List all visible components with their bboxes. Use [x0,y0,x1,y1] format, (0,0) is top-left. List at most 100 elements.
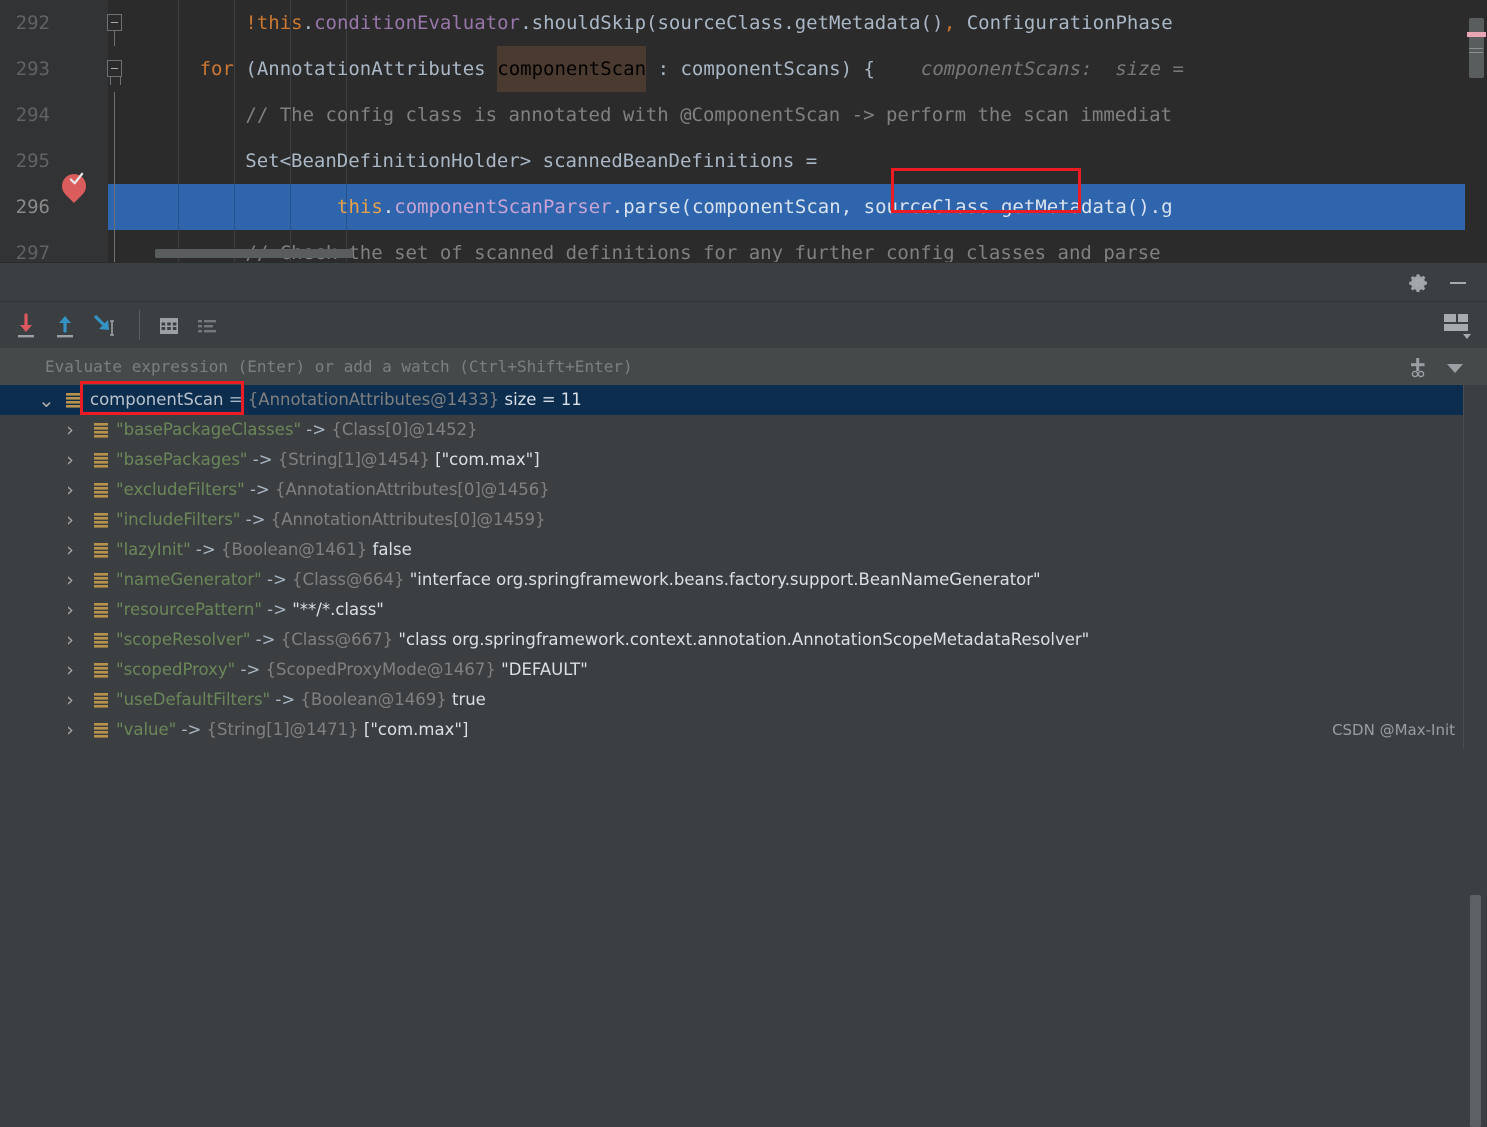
variable-row[interactable]: › "resourcePattern" -> "**/*.class" [0,595,1487,625]
arrow-separator: -> [248,450,278,469]
code-token: ( [681,184,692,230]
variable-text: "basePackageClasses" -> {Class[0]@1452} [116,415,478,445]
chevron-right-icon[interactable]: › [62,505,78,535]
variable-type: {ScopedProxyMode@1467} [266,660,502,679]
arrow-separator: -> [240,510,270,529]
line-number: 295 [0,138,108,184]
variable-type: {Class[0]@1452} [331,420,477,439]
variable-type: {AnnotationAttributes[0]@1456} [275,480,550,499]
code-token: componentScan [692,184,841,230]
variable-value: "**/*.class" [292,600,384,619]
export-button[interactable] [49,310,81,342]
code-token: this [337,184,383,230]
chevron-right-icon[interactable]: › [62,565,78,595]
chevron-down-icon [1446,361,1464,375]
code-line-body[interactable]: for (AnnotationAttributes componentScan … [108,46,1487,92]
variable-key: "nameGenerator" [116,570,262,589]
variable-row[interactable]: › "useDefaultFilters" -> {Boolean@1469} t… [0,685,1487,715]
code-token: componentScans: size = [875,46,1184,92]
chevron-right-icon[interactable]: › [62,535,78,565]
evaluate-expression-bar[interactable]: Evaluate expression (Enter) or add a wat… [0,348,1487,385]
chevron-down-icon[interactable]: ⌄ [38,385,54,415]
fold-marker-292[interactable] [107,14,122,31]
editor-error-stripe[interactable] [1465,0,1487,262]
evaluate-history-button[interactable] [1446,360,1464,374]
code-editor[interactable]: 292 !this.conditionEvaluator.shouldSkip(… [0,0,1487,262]
variable-row[interactable]: ›"lazyInit" -> {Boolean@1461} false [0,535,1487,565]
arrow-separator: -> [235,660,265,679]
variable-text: "includeFilters" -> {AnnotationAttribute… [116,505,546,535]
minimize-icon[interactable] [1447,272,1469,294]
variable-row[interactable]: ›"basePackages" -> {String[1]@1454} ["co… [0,445,1487,475]
code-token: , sourceClass.getMetadata().g [841,184,1173,230]
variable-key: "useDefaultFilters" [116,690,270,709]
variables-scrollbar-thumb[interactable] [1470,895,1481,1127]
code-token: . [383,184,394,230]
variable-text: "resourcePattern" -> "**/*.class" [116,595,384,625]
variable-value: "DEFAULT" [501,660,588,679]
code-lines[interactable]: 292 !this.conditionEvaluator.shouldSkip(… [0,0,1487,262]
variable-name: componentScan [90,390,223,409]
code-line[interactable]: 294 // The config class is annotated wit… [0,92,1487,138]
variable-row[interactable]: ›"scopedProxy" -> {ScopedProxyMode@1467}… [0,655,1487,685]
chevron-right-icon[interactable]: › [62,445,78,475]
chevron-right-icon[interactable]: › [62,625,78,655]
evaluate-expression-input[interactable]: Evaluate expression (Enter) or add a wat… [45,348,633,385]
code-token: , [944,0,955,46]
code-token: componentScan [497,46,646,92]
variable-value: "class org.springframework.context.annot… [398,630,1089,649]
error-stripe-mark[interactable] [1467,32,1486,37]
code-token: conditionEvaluator [314,0,520,46]
chevron-right-icon[interactable]: › [62,475,78,505]
chevron-right-icon[interactable]: › [62,655,78,685]
editor-horizontal-scrollbar[interactable] [155,249,353,258]
variable-row[interactable]: ›"scopeResolver" -> {Class@667} "class o… [0,625,1487,655]
checkmark-glyph [69,172,84,187]
add-watch-button[interactable] [1406,355,1430,379]
variable-row[interactable]: ›"excludeFilters" -> {AnnotationAttribut… [0,475,1487,505]
variables-root-text: componentScan = {AnnotationAttributes@14… [90,385,582,415]
variable-row[interactable]: › "includeFilters" -> {AnnotationAttribut… [0,505,1487,535]
chevron-right-icon[interactable]: › [62,715,78,745]
fold-marker-293[interactable] [107,60,122,77]
error-stripe-mark-secondary[interactable] [1469,48,1483,49]
code-line[interactable]: 293 for (AnnotationAttributes componentS… [0,46,1487,92]
arrow-separator: -> [176,720,206,739]
debugger-toolbar[interactable] [0,301,1487,350]
line-number: 292 [0,0,108,46]
sort-values-button[interactable] [191,310,223,342]
chevron-right-icon[interactable]: › [62,685,78,715]
code-line-body[interactable]: this.componentScanParser.parse(component… [108,184,1487,230]
map-entry-icon [94,453,108,468]
code-line-body[interactable]: Set<BeanDefinitionHolder> scannedBeanDef… [108,138,1487,184]
tool-window-header [0,262,1487,302]
gear-icon[interactable] [1408,272,1430,294]
chevron-right-icon[interactable]: › [62,595,78,625]
restore-layout-button[interactable] [10,310,42,342]
variable-row[interactable]: ›"value" -> {String[1]@1471} ["com.max"] [0,715,1487,745]
variable-row[interactable]: ›"nameGenerator" -> {Class@664} "interfa… [0,565,1487,595]
table-icon [153,310,185,342]
code-token: . [303,0,314,46]
code-line-body[interactable]: // The config class is annotated with @C… [108,92,1487,138]
breakpoint-verified-icon[interactable] [62,172,88,198]
code-line-body[interactable]: !this.conditionEvaluator.shouldSkip(sour… [108,0,1487,46]
variables-tree[interactable]: ⌄ componentScan = {AnnotationAttributes@1… [0,385,1487,748]
layout-settings-button[interactable] [1440,311,1474,341]
map-entry-icon [94,423,108,438]
layout-settings-icon [1440,311,1474,341]
view-as-table-button[interactable] [153,310,185,342]
code-line[interactable]: 295 Set<BeanDefinitionHolder> scannedBea… [0,138,1487,184]
chevron-right-icon[interactable]: › [62,415,78,445]
code-line[interactable]: 292 !this.conditionEvaluator.shouldSkip(… [0,0,1487,46]
arrow-separator: -> [250,630,280,649]
variable-text: "useDefaultFilters" -> {Boolean@1469} tr… [116,685,486,715]
variable-row[interactable]: › "basePackageClasses" -> {Class[0]@1452} [0,415,1487,445]
variable-key: "basePackageClasses" [116,420,301,439]
map-entry-icon [94,573,108,588]
jump-to-source-button[interactable] [88,310,120,342]
arrow-separator: -> [301,420,331,439]
variables-scrollbar-track[interactable] [1463,385,1487,748]
code-line[interactable]: 296 this.componentScanParser.parse(compo… [0,184,1487,230]
variables-root-row[interactable]: ⌄ componentScan = {AnnotationAttributes@1… [0,385,1487,415]
